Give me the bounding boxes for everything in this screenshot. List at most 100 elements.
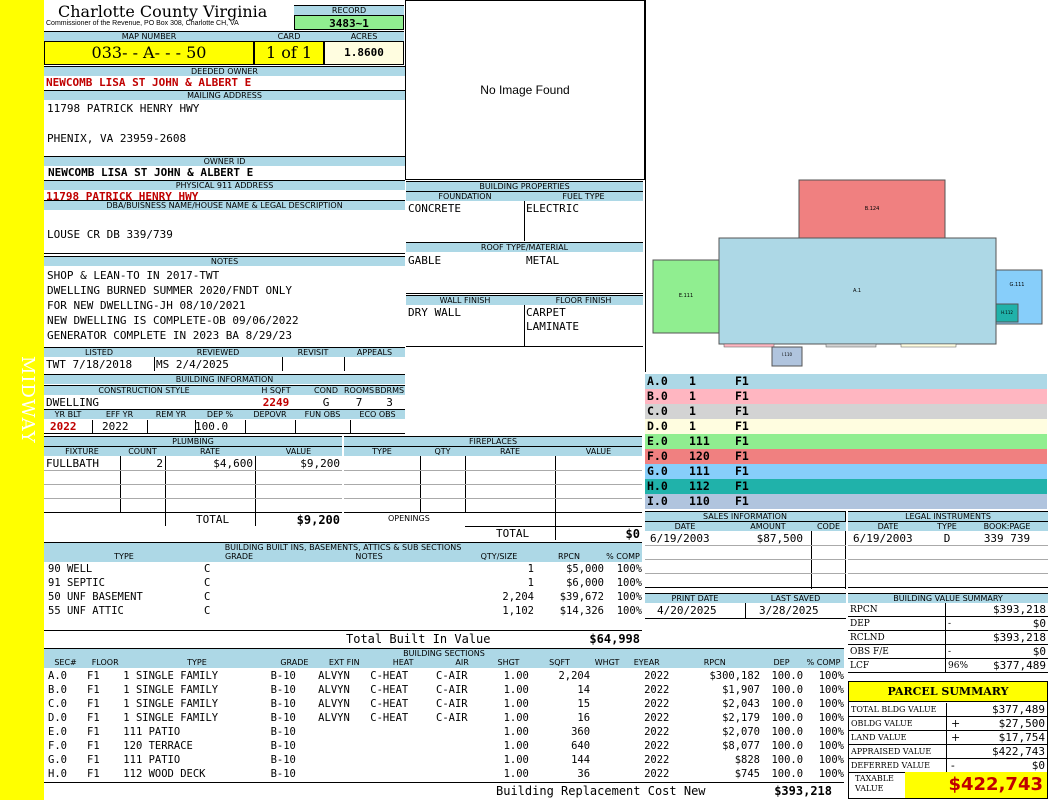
building-properties-label: BUILDING PROPERTIES	[406, 181, 643, 191]
section-code-f: F1	[735, 464, 749, 478]
cell-whgt	[590, 739, 624, 753]
built-ins-table: TYPE GRADE NOTES QTY/SIZE RPCN % COMP 90…	[44, 552, 642, 618]
cell-notes	[274, 576, 464, 590]
value-summary-row: OBS F/E - $0	[848, 645, 1048, 659]
listed-value: TWT 7/18/2018	[46, 358, 133, 371]
cell-whgt	[590, 767, 624, 781]
cell-eyear: 2022	[644, 698, 670, 710]
value-summary-row: DEP - $0	[848, 617, 1048, 631]
cell-sqft: 14	[577, 684, 591, 696]
wall-label: WALL FINISH	[406, 295, 524, 305]
roof-material-value: METAL	[526, 254, 560, 267]
cell-heat	[370, 767, 436, 781]
legal-section: LEGAL INSTRUMENTS DATE TYPE BOOK:PAGE 6/…	[848, 511, 1048, 589]
col-notes: NOTES	[274, 552, 464, 562]
building-sections-label: BUILDING SECTIONS	[44, 648, 844, 658]
value-summary-label: BUILDING VALUE SUMMARY	[848, 593, 1048, 603]
value-summary-row-value: $377,489	[993, 659, 1046, 672]
last-saved: 3/28/2025	[759, 604, 819, 617]
cell-heat: C-HEAT	[370, 670, 409, 682]
note-line: GENERATOR COMPLETE IN 2023 BA 8/29/23	[47, 329, 293, 342]
cell-eyear: 2022	[644, 726, 670, 738]
foundation-label: FOUNDATION	[406, 191, 524, 201]
section-code-sec: A.0	[647, 374, 668, 388]
parcel-summary-row-sign: +	[951, 717, 961, 730]
cell-floor: F1	[87, 712, 100, 724]
record-box: RECORD 3483~1	[294, 5, 404, 30]
note-line: NEW DWELLING IS COMPLETE-OB 09/06/2022	[47, 314, 299, 327]
table-row: 91 SEPTIC C 1 $6,000 100%	[44, 576, 642, 590]
table-row: G.0 F1 111 PATIO B-10 1.00 144 2022 $828 100.0 10…	[44, 753, 844, 767]
cell-sqft: 640	[571, 740, 591, 752]
section-code-line: E.0111F1U3SU20L18D20R18.	[645, 434, 1047, 463]
effyr-value: 2022	[102, 420, 129, 433]
cell-dep: 100.0	[771, 684, 804, 696]
sketch-label-a: A.1	[853, 288, 861, 294]
cell-sec: B.0	[48, 684, 67, 696]
roof-label: ROOF TYPE/MATERIAL	[406, 242, 643, 252]
dep-value: 100.0	[195, 420, 229, 433]
value-summary-row-label: DEP	[850, 619, 870, 629]
cell-type: 1 SINGLE FAMILY	[123, 684, 219, 696]
cell-heat: C-HEAT	[370, 712, 409, 724]
deeded-owner: NEWCOMB LISA ST JOHN & ALBERT E	[46, 76, 252, 89]
value-summary-row: RCLND $393,218	[848, 631, 1048, 645]
building-info: BUILDING INFORMATION CONSTRUCTION STYLE …	[44, 374, 405, 434]
wall-value: DRY WALL	[408, 306, 461, 319]
depovr-label: DEPOVR	[245, 409, 295, 419]
cell-comp: 100%	[616, 563, 642, 575]
openings-label: OPENINGS	[388, 514, 430, 523]
parcel-summary-row-value: $422,743	[992, 745, 1045, 758]
print-date-label: PRINT DATE	[645, 593, 745, 603]
fuel-value: ELECTRIC	[526, 202, 579, 215]
cell-comp: 100%	[616, 591, 642, 603]
cell-shgt: 1.00	[503, 670, 529, 682]
cell-ext: ALVYN	[318, 670, 350, 682]
parcel-summary-row: LAND VALUE + $17,754	[849, 731, 1047, 745]
section-code-sec: G.0	[647, 464, 668, 478]
cell-comp: 100%	[818, 698, 844, 710]
physical-address-label: PHYSICAL 911 ADDRESS	[44, 180, 405, 190]
sales-label: SALES INFORMATION	[645, 511, 845, 521]
plumbing-total-label: TOTAL	[196, 513, 230, 526]
cell-comp: 100%	[616, 577, 642, 589]
plumbing-fixture: FULLBATH	[46, 457, 99, 470]
section-code-sec: E.0	[647, 434, 668, 448]
cell-air	[436, 725, 488, 739]
sketch-section-c	[825, 343, 877, 348]
col-ext-fin: EXT FIN	[318, 658, 371, 668]
cell-grade: C	[204, 605, 211, 617]
sidebar: MIDWAY	[0, 0, 44, 800]
cell-eyear: 2022	[644, 684, 670, 696]
col-comp: % COMP	[803, 658, 844, 668]
cell-type: 90 WELL	[48, 563, 93, 575]
sketch-label-h: H.112	[1001, 310, 1013, 315]
owner-id-label: OWNER ID	[44, 156, 405, 166]
cell-rpcn: $8,077	[722, 740, 761, 752]
sales-col-code: CODE	[811, 521, 846, 531]
cell-whgt	[590, 725, 624, 739]
note-line: DWELLING BURNED SUMMER 2020/FNDT ONLY	[47, 284, 293, 297]
cell-dep: 100.0	[771, 754, 804, 766]
taxable-value: $422,743	[905, 772, 1047, 798]
section-code-n: 111	[689, 464, 710, 478]
appeals-label: APPEALS	[344, 347, 405, 357]
cell-type: 1 SINGLE FAMILY	[123, 698, 219, 710]
section-code-sec: B.0	[647, 389, 668, 403]
sales-col-amount: AMOUNT	[725, 521, 811, 531]
notes-label: NOTES	[44, 256, 405, 266]
taxable-label-2: VALUE	[855, 784, 884, 793]
cell-floor: F1	[87, 726, 100, 738]
plumbing-col-value: VALUE	[255, 446, 342, 456]
building-sections-table: SEC# FLOOR TYPE GRADE EXT FIN HEAT AIR S…	[44, 658, 844, 668]
cell-air: C-AIR	[436, 712, 468, 724]
last-saved-label: LAST SAVED	[745, 593, 846, 603]
cell-grade: B-10	[270, 768, 296, 780]
cell-grade: C	[204, 591, 211, 603]
reviewed-label: REVIEWED	[154, 347, 282, 357]
cell-shgt: 1.00	[503, 712, 529, 724]
mailing-line2: PHENIX, VA 23959-2608	[47, 132, 187, 145]
table-row: 55 UNF ATTIC C 1,102 $14,326 100%	[44, 604, 642, 618]
table-row: D.0 F1 1 SINGLE FAMILY B-10 ALVYN C-HEAT C-AI…	[44, 711, 844, 725]
table-row: E.0 F1 111 PATIO B-10 1.00 360 2022 $2,070 100.0…	[44, 725, 844, 739]
